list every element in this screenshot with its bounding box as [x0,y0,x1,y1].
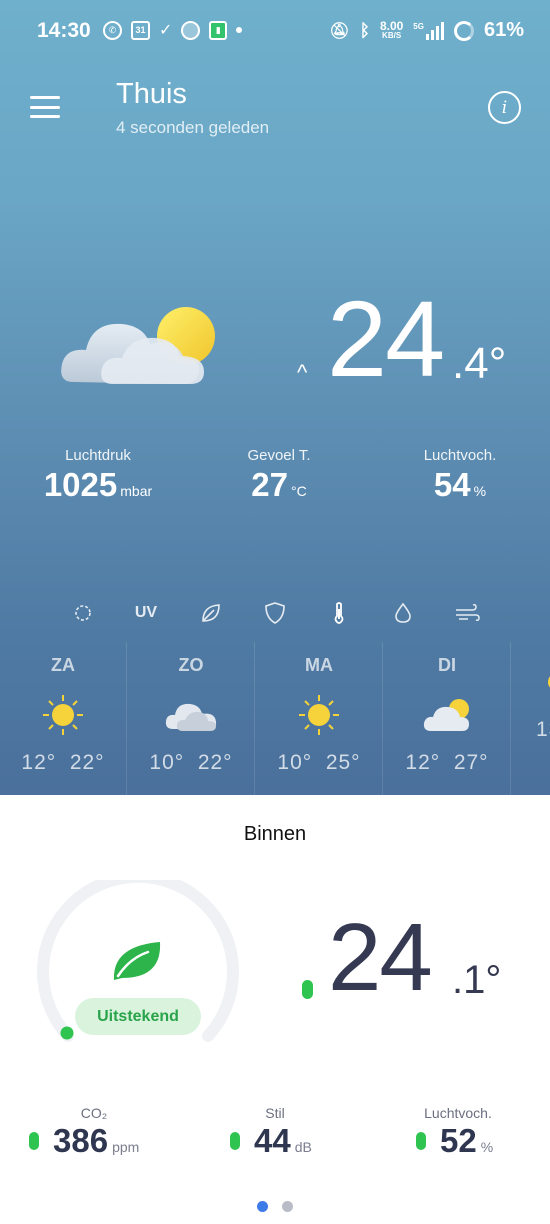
battery-saver-icon: ▮ [209,20,228,40]
indoor-temperature: 24 [328,904,433,1011]
outdoor-panel: 14:30 ✆ 31 ✓ ▮ 🔕︎ ᛒ 8.00 KB/S 5G 61% Thu… [0,0,550,795]
status-dot [230,1132,240,1150]
notification-icons: ✆ 31 ✓ ▮ [103,20,243,40]
cloud-icon [128,688,254,742]
indoor-temperature-decimal: .1° [452,958,502,1002]
cloud-sun-icon [384,688,510,742]
metric-tabs: UV [0,600,550,630]
indoor-title: Binnen [243,823,307,845]
leaf-icon[interactable] [198,600,224,626]
trend-arrow-icon: ^ [297,360,308,385]
bluetooth-icon: ᛒ [359,20,370,40]
sun-icon [545,655,550,709]
battery-icon [453,20,474,41]
forecast-day[interactable]: MA 10° 25° [256,642,383,795]
pollen-icon[interactable] [70,600,96,626]
signal-icon: 5G [413,21,444,40]
net-speed: 8.00 KB/S [379,18,404,40]
more-notifications-icon [236,27,243,33]
status-dot [416,1132,426,1150]
location-title: Thuis [116,78,187,110]
cloud-sun-icon [61,307,215,384]
pressure-stat: Luchtdruk 1025 mbar [43,447,153,503]
forecast-day[interactable]: 13 [512,642,550,795]
page-indicator [0,1201,550,1212]
co2-stat: CO₂ 386 ppm [29,1105,139,1160]
menu-button[interactable] [30,96,60,118]
indoor-humidity-stat: Luchtvoch. 52 % [416,1105,500,1160]
air-quality-badge: Uitstekend [75,998,201,1035]
sun-icon [0,688,126,742]
sun-icon [256,688,382,742]
indoor-panel: Binnen Uitstekend 24 .1° CO₂ 386 ppm Sti… [0,795,550,1224]
status-dot [302,980,313,999]
app-icon [181,20,201,40]
info-button[interactable]: i [488,91,521,124]
whatsapp-icon: ✆ [103,20,122,40]
system-icons: 🔕︎ ᛒ 8.00 KB/S 5G 61% [329,19,524,42]
uv-icon[interactable]: UV [133,600,159,626]
messenger-icon: ✓ [159,22,173,39]
last-updated: 4 seconden geleden [116,118,270,137]
leaf-icon [113,942,161,980]
forecast-day[interactable]: ZA 12° 22° [0,642,127,795]
calendar-icon: 31 [131,20,150,40]
feels-like-stat: Gevoel T. 27 °C [247,447,311,503]
status-bar: 14:30 ✆ 31 ✓ ▮ 🔕︎ ᛒ 8.00 KB/S 5G 61% [0,0,550,64]
droplet-icon[interactable] [390,600,416,626]
status-time: 14:30 [37,19,91,42]
forecast-strip[interactable]: ZA 12° 22° ZO 10° 22° MA 10° 25° DI 12° … [0,642,550,795]
mute-icon: 🔕︎ [329,22,350,40]
page-dot-1[interactable] [257,1201,268,1212]
shield-icon[interactable] [262,600,288,626]
forecast-day[interactable]: DI 12° 27° [384,642,511,795]
thermometer-icon[interactable] [326,600,352,626]
page-dot-2[interactable] [282,1201,293,1212]
outdoor-temperature-decimal: .4° [452,339,507,388]
forecast-day[interactable]: ZO 10° 22° [128,642,255,795]
noise-stat: Stil 44 dB [230,1105,312,1160]
wind-icon[interactable] [454,600,480,626]
humidity-stat: Luchtvoch. 54% [423,447,497,503]
battery-level: 61% [483,19,524,41]
outdoor-temperature: 24 [327,278,445,399]
status-dot [29,1132,39,1150]
